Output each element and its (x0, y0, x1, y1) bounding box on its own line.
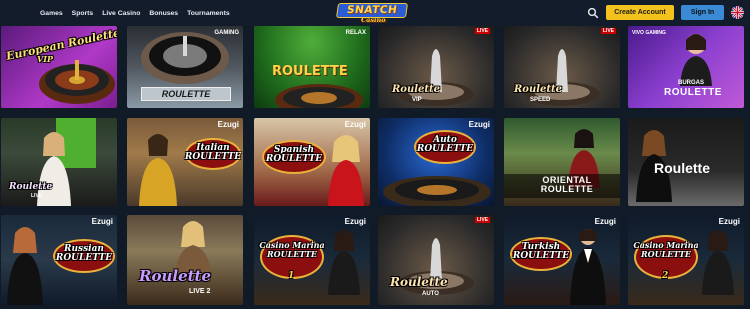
game-subtitle: VIP (412, 97, 422, 103)
provider-badge: Ezugi (217, 120, 239, 129)
game-title: ROULETTE (272, 64, 348, 79)
game-subtitle: 1 (288, 271, 295, 281)
roulette-wheel-icon (383, 176, 491, 206)
live-badge: LIVE (474, 28, 490, 34)
dealer-icon (328, 135, 364, 206)
game-tile-burgas-roulette[interactable]: VIVO GAMING BURGAS ROULETTE (628, 26, 744, 108)
game-subtitle: LIVE (31, 193, 43, 199)
provider-badge: Ezugi (344, 217, 366, 226)
game-title: Roulette (514, 84, 563, 95)
uk-flag-icon[interactable] (731, 6, 744, 19)
game-title: Roulette (9, 182, 53, 192)
game-tile-roulette-auto[interactable]: LIVE Roulette AUTO (378, 215, 494, 305)
search-icon[interactable] (587, 7, 599, 19)
game-title: Roulette (139, 267, 212, 285)
game-grid: European Roulette VIP GAMING ROULETTE RE… (0, 26, 750, 309)
sign-in-button[interactable]: Sign In (681, 5, 724, 20)
game-subtitle: AUTO (422, 291, 439, 297)
provider-badge: Ezugi (344, 120, 366, 129)
provider-badge: Ezugi (594, 217, 616, 226)
game-title: Auto ROULETTE (416, 135, 474, 154)
game-tile-casino-marina-roulette-2[interactable]: Ezugi Casino Marina ROULETTE 2 (628, 215, 744, 305)
live-badge: LIVE (474, 217, 490, 223)
game-tile-spanish-roulette[interactable]: Ezugi Spanish ROULETTE (254, 118, 370, 206)
logo-subtitle: Casino (361, 16, 386, 24)
game-title: Russian ROULETTE (55, 244, 113, 263)
game-title: Italian ROULETTE (184, 143, 242, 162)
dealer-icon (702, 230, 734, 295)
game-tile-roulette-vip[interactable]: LIVE Roulette VIP (378, 26, 494, 108)
create-account-button[interactable]: Create Account (606, 5, 674, 20)
nav-games[interactable]: Games (40, 10, 63, 17)
dealer-icon (175, 221, 211, 275)
provider-badge: VIVO GAMING (632, 30, 666, 36)
game-title: ROULETTE (141, 87, 231, 101)
provider-badge: Ezugi (718, 217, 740, 226)
roulette-wheel-icon (398, 49, 474, 106)
dealer-icon (328, 230, 360, 295)
game-tile-roulette-live-2[interactable]: Roulette LIVE 2 (127, 215, 243, 305)
game-tile-roulette-relax[interactable]: RELAX ROULETTE (254, 26, 370, 108)
dealer-icon (139, 134, 177, 206)
game-title: Casino Marina ROULETTE (633, 240, 699, 259)
game-title: Roulette (392, 84, 441, 95)
site-logo[interactable]: SNATCH Casino (335, 3, 409, 25)
game-title: Roulette (654, 160, 710, 176)
roulette-wheel-icon (524, 49, 600, 106)
nav-live-casino[interactable]: Live Casino (102, 10, 140, 17)
roulette-wheel-icon (275, 84, 363, 108)
game-tile-auto-roulette[interactable]: Ezugi Auto ROULETTE (378, 118, 494, 206)
game-subtitle: SPEED (530, 97, 551, 103)
game-title: ROULETTE (664, 87, 722, 98)
game-subtitle: VIP (37, 54, 53, 64)
game-tile-casino-marina-roulette-1[interactable]: Ezugi Casino Marina ROULETTE 1 (254, 215, 370, 305)
nav-bonuses[interactable]: Bonuses (149, 10, 178, 17)
game-tile-oriental-roulette[interactable]: ORIENTAL ROULETTE (504, 118, 620, 206)
top-navigation-bar: Games Sports Live Casino Bonuses Tournam… (0, 0, 750, 26)
dealer-icon (680, 34, 712, 86)
provider-badge: RELAX (345, 30, 366, 36)
game-tile-roulette-gaming[interactable]: GAMING ROULETTE (127, 26, 243, 108)
game-title: Turkish ROULETTE (512, 242, 570, 261)
dealer-icon (7, 227, 43, 305)
roulette-wheel-icon (141, 32, 229, 84)
game-title: Spanish ROULETTE (265, 145, 323, 164)
game-subtitle: BURGAS (678, 80, 705, 86)
game-tile-roulette-speed[interactable]: LIVE Roulette SPEED (504, 26, 620, 108)
game-title: Roulette (390, 275, 448, 289)
dealer-icon (570, 229, 606, 305)
provider-badge: Ezugi (91, 217, 113, 226)
provider-badge: GAMING (214, 30, 239, 36)
provider-badge: Ezugi (468, 120, 490, 129)
nav-tournaments[interactable]: Tournaments (187, 10, 230, 17)
game-subtitle: 2 (662, 271, 669, 281)
game-tile-turkish-roulette[interactable]: Ezugi Turkish ROULETTE (504, 215, 620, 305)
game-tile-italian-roulette[interactable]: Ezugi Italian ROULETTE (127, 118, 243, 206)
game-subtitle: LIVE 2 (189, 288, 211, 295)
live-badge: LIVE (600, 28, 616, 34)
game-title: Casino Marina ROULETTE (259, 240, 325, 259)
game-tile-european-roulette-vip[interactable]: European Roulette VIP (1, 26, 117, 108)
game-tile-russian-roulette[interactable]: Ezugi Russian ROULETTE (1, 215, 117, 305)
game-tile-roulette-live[interactable]: Roulette LIVE (1, 118, 117, 206)
game-title: ORIENTAL ROULETTE (540, 175, 594, 194)
game-tile-roulette[interactable]: Roulette (628, 118, 744, 206)
main-nav: Games Sports Live Casino Bonuses Tournam… (40, 0, 230, 26)
nav-sports[interactable]: Sports (72, 10, 94, 17)
